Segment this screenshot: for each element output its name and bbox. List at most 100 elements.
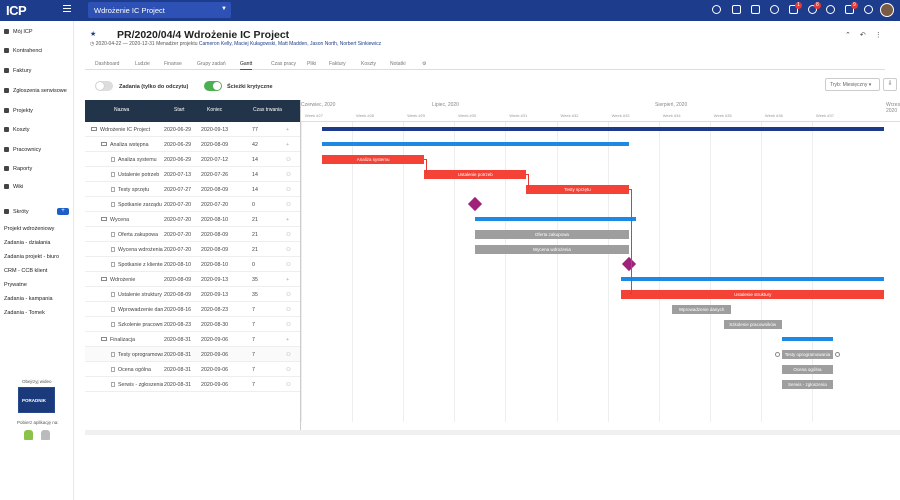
summary-bar[interactable] (475, 217, 636, 221)
assign-icon[interactable]: ⚇ (286, 232, 291, 238)
task-bar[interactable]: Ustalenie potrzeb (424, 170, 527, 179)
table-row[interactable]: Ocena ogólna 2020-08-31 2020-09-06 7 ⚇ (85, 362, 300, 377)
task-bar[interactable]: Ocena ogólna (781, 365, 833, 374)
table-row[interactable]: Oferta zakupowa 2020-07-20 2020-08-09 21 ⚇ (85, 227, 300, 242)
table-row[interactable]: Ustalenie potrzeb 2020-07-13 2020-07-26 14 ⚇ (85, 167, 300, 182)
add-task-icon[interactable]: + (286, 217, 289, 223)
add-task-icon[interactable]: + (286, 142, 289, 148)
summary-bar[interactable] (621, 277, 885, 281)
col-name[interactable]: Nazwa (114, 107, 129, 113)
horizontal-scrollbar[interactable] (85, 430, 900, 435)
apple-icon[interactable] (41, 430, 50, 440)
chat-icon[interactable] (826, 5, 835, 14)
table-row[interactable]: Wdrożenie IC Project 2020-06-29 2020-09-13… (85, 122, 300, 137)
sidebar-item-projects[interactable]: Projekty (4, 108, 33, 114)
task-bar[interactable]: Wycena wdrożenia (475, 245, 629, 254)
table-row[interactable]: Wprowadzenie danych2020-08-16 2020-08-23 7… (85, 302, 300, 317)
collapse-icon[interactable]: ⌃ (845, 32, 860, 39)
android-icon[interactable] (24, 430, 33, 440)
summary-bar[interactable] (322, 142, 629, 146)
add-shortcut-button[interactable]: + (57, 208, 69, 215)
app-logo[interactable]: ICP (6, 3, 27, 18)
table-row[interactable]: Ustalenie struktury 2020-08-09 2020-09-13 3… (85, 287, 300, 302)
tab-notes[interactable]: Notatki (390, 61, 406, 67)
tab-people[interactable]: Ludzie (135, 61, 150, 67)
col-start[interactable]: Start (174, 107, 185, 113)
table-row[interactable]: Testy oprogramowania2020-08-31 2020-09-06… (85, 347, 300, 362)
tab-dashboard[interactable]: Dashboard (95, 61, 119, 67)
task-bar[interactable]: Testy sprzętu (526, 185, 629, 194)
calendar-icon[interactable] (732, 5, 741, 14)
history-icon[interactable] (770, 5, 779, 14)
shortcut-item[interactable]: Zadania projekt - biuro (4, 254, 59, 260)
table-row[interactable]: Wycena wdrożenia 2020-07-20 2020-08-09 21 ⚇ (85, 242, 300, 257)
critical-path-toggle[interactable] (204, 81, 222, 91)
sidebar-item-service[interactable]: Zgłoszenia serwisowe (4, 88, 67, 94)
gear-icon[interactable]: ⚙ (422, 61, 426, 67)
tab-task-groups[interactable]: Grupy zadań (197, 61, 226, 67)
sidebar-item-employees[interactable]: Pracownicy (4, 147, 41, 153)
menu-icon[interactable] (63, 5, 71, 12)
table-row[interactable]: Spotkanie zarządu 2020-07-20 2020-07-20 0 ⚇ (85, 197, 300, 212)
sidebar-item-my-icp[interactable]: Mój ICP (4, 29, 33, 35)
export-icon[interactable]: ⇩ (883, 78, 897, 91)
assign-icon[interactable]: ⚇ (286, 262, 291, 268)
avatar[interactable] (880, 3, 894, 17)
gear-icon[interactable] (864, 5, 873, 14)
favorite-icon[interactable]: ★ (90, 30, 96, 38)
assign-icon[interactable]: ⚇ (286, 367, 291, 373)
task-bar[interactable]: Wprowadzenie danych (672, 305, 731, 314)
table-row[interactable]: Spotkanie z klientem 2020-08-10 2020-08-10… (85, 257, 300, 272)
task-bar[interactable]: Szkolenie pracowników (723, 320, 782, 329)
assign-icon[interactable]: ⚇ (286, 172, 291, 178)
drag-handle[interactable] (774, 352, 780, 357)
project-people[interactable]: Cameron Kelly, Maciej Kułagowski, Matt M… (199, 41, 381, 47)
back-icon[interactable]: ↶ (860, 32, 875, 39)
shortcuts-header[interactable]: Skróty (4, 209, 29, 215)
tab-work-time[interactable]: Czas pracy (271, 61, 296, 67)
drag-handle[interactable] (835, 352, 840, 357)
assign-icon[interactable]: ⚇ (286, 322, 291, 328)
sidebar-item-contractors[interactable]: Kontrahenci (4, 48, 42, 54)
table-row[interactable]: Szkolenie pracowników2020-08-23 2020-08-3… (85, 317, 300, 332)
sidebar-item-wiki[interactable]: Wiki (4, 184, 23, 190)
assign-icon[interactable]: ⚇ (286, 187, 291, 193)
add-task-icon[interactable]: + (286, 277, 289, 283)
add-task-icon[interactable]: + (286, 127, 289, 133)
read-only-toggle[interactable] (95, 81, 113, 91)
task-bar[interactable]: Testy oprogramowania (781, 350, 833, 359)
scale-select[interactable]: Tryb: Miesięczny ▾ (825, 78, 880, 91)
project-selector[interactable]: Wdrożenie IC Project ▼ (88, 2, 231, 18)
shortcut-item[interactable]: Projekt wdrożeniowy (4, 226, 54, 232)
video-thumbnail[interactable]: PORADNIK (18, 387, 55, 413)
sidebar-item-invoices[interactable]: Faktury (4, 68, 31, 74)
tab-invoices[interactable]: Faktury (329, 61, 346, 67)
assign-icon[interactable]: ⚇ (286, 202, 291, 208)
add-icon[interactable] (751, 5, 760, 14)
table-row[interactable]: Finalizacja 2020-08-31 2020-09-06 7 + (85, 332, 300, 347)
add-task-icon[interactable]: + (286, 337, 289, 343)
assign-icon[interactable]: ⚇ (286, 382, 291, 388)
project-summary-bar[interactable] (322, 127, 885, 131)
milestone-marker[interactable] (468, 196, 483, 212)
task-bar[interactable]: Oferta zakupowa (475, 230, 629, 239)
more-icon[interactable]: ⋮ (875, 32, 891, 39)
table-row[interactable]: Wdrożenie 2020-08-09 2020-09-13 35 + (85, 272, 300, 287)
table-row[interactable]: Serwis - zgłoszenia 2020-08-31 2020-09-06 7… (85, 377, 300, 392)
task-bar[interactable]: Ustalenie struktury (621, 290, 885, 299)
tab-costs[interactable]: Koszty (361, 61, 376, 67)
tab-finance[interactable]: Finanse (164, 61, 182, 67)
sidebar-item-reports[interactable]: Raporty (4, 166, 32, 172)
table-row[interactable]: Wycena 2020-07-20 2020-08-10 21 + (85, 212, 300, 227)
shortcut-item[interactable]: CRM - CCB klient (4, 268, 47, 274)
shortcut-item[interactable]: Zadania - działania (4, 240, 50, 246)
search-icon[interactable] (712, 5, 721, 14)
sidebar-item-costs[interactable]: Koszty (4, 127, 30, 133)
assign-icon[interactable]: ⚇ (286, 307, 291, 313)
task-bar[interactable]: Analiza systemu (322, 155, 425, 164)
assign-icon[interactable]: ⚇ (286, 247, 291, 253)
assign-icon[interactable]: ⚇ (286, 157, 291, 163)
shortcut-item[interactable]: Zadania - kampania (4, 296, 53, 302)
tab-files[interactable]: Pliki (307, 61, 316, 67)
summary-bar[interactable] (781, 337, 833, 341)
